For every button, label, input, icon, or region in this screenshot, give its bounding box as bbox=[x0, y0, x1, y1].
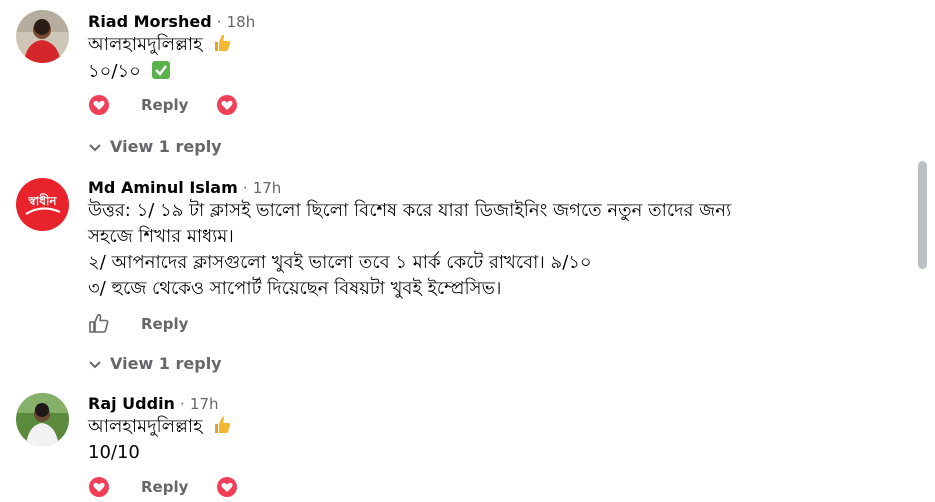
comment-text: সহজে শিখার মাধ্যম। bbox=[88, 226, 234, 247]
author-name[interactable]: Raj Uddin bbox=[88, 394, 175, 413]
comment-item: স্বাধীন Md Aminul Islam · 17h উত্তর: ১/ … bbox=[0, 170, 915, 380]
reply-button[interactable]: Reply bbox=[141, 96, 188, 114]
check-mark-emoji-icon bbox=[151, 60, 171, 88]
love-reaction-icon[interactable] bbox=[216, 94, 238, 116]
chevron-down-icon bbox=[88, 139, 104, 158]
like-icon[interactable] bbox=[88, 312, 110, 334]
avatar-image bbox=[16, 10, 69, 63]
timestamp[interactable]: 17h bbox=[253, 179, 282, 197]
comment-text: আলহামদুলিল্লাহ bbox=[88, 416, 203, 437]
timestamp[interactable]: 18h bbox=[227, 13, 256, 31]
avatar-image bbox=[16, 393, 69, 446]
avatar-text: স্বাধীন bbox=[28, 194, 57, 208]
comment-item: Riad Morshed · 18h আলহামদুলিল্লাহ ১০/১০ … bbox=[0, 0, 915, 160]
reply-button[interactable]: Reply bbox=[141, 315, 188, 333]
view-replies-label: View 1 reply bbox=[110, 137, 222, 156]
chevron-down-icon bbox=[88, 356, 104, 375]
comment-text: আলহামদুলিল্লাহ bbox=[88, 34, 203, 55]
avatar[interactable] bbox=[16, 10, 69, 63]
comment-text: উত্তর: ১/ ১৯ টা ক্লাসই ভালো ছিলো বিশেষ ক… bbox=[88, 200, 732, 221]
comment-text-line: আলহামদুলিল্লাহ bbox=[88, 414, 232, 443]
view-replies-button[interactable]: View 1 reply bbox=[88, 354, 222, 375]
avatar[interactable]: স্বাধীন bbox=[16, 178, 69, 231]
comment-text: ৩/ হুজে থেকেও সাপোর্ট দিয়েছেন বিষয়টা খ… bbox=[88, 278, 502, 299]
comment-text: 10/10 bbox=[88, 442, 140, 463]
comment-text-line: ১০/১০ bbox=[88, 59, 171, 88]
reply-button[interactable]: Reply bbox=[141, 478, 188, 496]
comment-text: ২/ আপনাদের ক্লাসগুলো খুবই ভালো তবে ১ মার… bbox=[88, 252, 592, 273]
love-reaction-icon[interactable] bbox=[88, 476, 110, 498]
comment-text-line: আলহামদুলিল্লাহ bbox=[88, 32, 232, 61]
author-name[interactable]: Riad Morshed bbox=[88, 12, 212, 31]
comment-item: Raj Uddin · 17h আলহামদুলিল্লাহ 10/10 Rep… bbox=[0, 386, 915, 498]
author-name[interactable]: Md Aminul Islam bbox=[88, 178, 238, 197]
separator: · bbox=[242, 179, 248, 197]
scrollbar-thumb[interactable] bbox=[918, 161, 927, 269]
separator: · bbox=[180, 395, 185, 413]
thumbs-up-emoji-icon bbox=[212, 33, 232, 61]
avatar[interactable] bbox=[16, 393, 69, 446]
love-reaction-icon[interactable] bbox=[216, 476, 238, 498]
love-reaction-icon[interactable] bbox=[88, 94, 110, 116]
separator: · bbox=[216, 13, 222, 31]
thumbs-up-emoji-icon bbox=[212, 415, 232, 443]
comment-text: ১০/১০ bbox=[88, 61, 141, 82]
timestamp[interactable]: 17h bbox=[190, 395, 219, 413]
view-replies-label: View 1 reply bbox=[110, 354, 222, 373]
view-replies-button[interactable]: View 1 reply bbox=[88, 137, 222, 158]
